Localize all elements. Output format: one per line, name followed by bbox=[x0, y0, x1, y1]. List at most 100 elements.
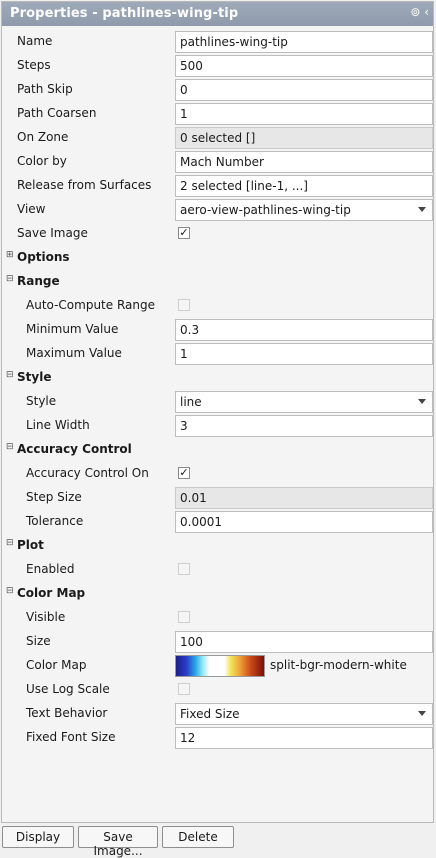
accuracy-on-checkbox[interactable]: ✓ bbox=[178, 467, 190, 479]
color-by-label: Color by bbox=[17, 154, 67, 168]
row-color-map: Color Map split-bgr-modern-white bbox=[2, 654, 435, 678]
auto-range-checkbox[interactable] bbox=[178, 299, 190, 311]
release-label: Release from Surfaces bbox=[17, 178, 152, 192]
row-step-size: Step Size 0.01 bbox=[2, 486, 435, 510]
colormap-name[interactable]: split-bgr-modern-white bbox=[270, 658, 407, 672]
collapse-icon[interactable]: ⊟ bbox=[6, 539, 14, 548]
view-label: View bbox=[17, 202, 46, 216]
style-dropdown[interactable]: line bbox=[175, 391, 433, 413]
enabled-checkbox[interactable] bbox=[178, 563, 190, 575]
section-options[interactable]: ⊞ Options bbox=[2, 246, 435, 270]
range-header: Range bbox=[17, 274, 60, 288]
row-text-behavior: Text Behavior Fixed Size bbox=[2, 702, 435, 726]
row-min-value: Minimum Value 0.3 bbox=[2, 318, 435, 342]
chevron-down-icon bbox=[418, 711, 426, 716]
row-fixed-font-size: Fixed Font Size 12 bbox=[2, 726, 435, 750]
accuracy-on-label: Accuracy Control On bbox=[26, 466, 149, 480]
colormap-swatch[interactable] bbox=[175, 655, 265, 677]
row-style: Style line bbox=[2, 390, 435, 414]
text-behavior-value: Fixed Size bbox=[180, 707, 240, 721]
row-color-by: Color by Mach Number bbox=[2, 150, 435, 174]
enabled-label: Enabled bbox=[26, 562, 75, 576]
chevron-down-icon bbox=[418, 399, 426, 404]
panel-title: Properties - pathlines-wing-tip bbox=[10, 6, 239, 21]
section-accuracy[interactable]: ⊟ Accuracy Control bbox=[2, 438, 435, 462]
display-button[interactable]: Display bbox=[2, 826, 74, 848]
steps-label: Steps bbox=[17, 58, 51, 72]
style-value: line bbox=[180, 395, 202, 409]
accuracy-header: Accuracy Control bbox=[17, 442, 132, 456]
on-zone-label: On Zone bbox=[17, 130, 69, 144]
row-name: Name pathlines-wing-tip bbox=[2, 30, 435, 54]
style-header: Style bbox=[17, 370, 52, 384]
section-plot[interactable]: ⊟ Plot bbox=[2, 534, 435, 558]
tolerance-field[interactable]: 0.0001 bbox=[175, 511, 433, 533]
path-coarsen-label: Path Coarsen bbox=[17, 106, 97, 120]
plot-header: Plot bbox=[17, 538, 44, 552]
release-field[interactable]: 2 selected [line-1, ...] bbox=[175, 175, 433, 197]
section-style[interactable]: ⊟ Style bbox=[2, 366, 435, 390]
row-path-skip: Path Skip 0 bbox=[2, 78, 435, 102]
options-header: Options bbox=[17, 250, 70, 264]
log-scale-checkbox[interactable] bbox=[178, 683, 190, 695]
row-visible: Visible bbox=[2, 606, 435, 630]
row-tolerance: Tolerance 0.0001 bbox=[2, 510, 435, 534]
row-size: Size 100 bbox=[2, 630, 435, 654]
step-size-field[interactable]: 0.01 bbox=[175, 487, 433, 509]
row-save-image: Save Image ✓ bbox=[2, 222, 435, 246]
collapse-icon[interactable]: ⊟ bbox=[6, 371, 14, 380]
text-behavior-label: Text Behavior bbox=[26, 706, 108, 720]
collapse-icon[interactable]: ⊟ bbox=[6, 587, 14, 596]
delete-button[interactable]: Delete bbox=[162, 826, 234, 848]
line-width-field[interactable]: 3 bbox=[175, 415, 433, 437]
path-skip-field[interactable]: 0 bbox=[175, 79, 433, 101]
expand-icon[interactable]: ⊞ bbox=[6, 251, 14, 260]
row-view: View aero-view-pathlines-wing-tip bbox=[2, 198, 435, 222]
line-width-label: Line Width bbox=[26, 418, 90, 432]
section-color-map[interactable]: ⊟ Color Map bbox=[2, 582, 435, 606]
on-zone-field[interactable]: 0 selected [] bbox=[175, 127, 433, 149]
fixed-font-size-label: Fixed Font Size bbox=[26, 730, 116, 744]
steps-field[interactable]: 500 bbox=[175, 55, 433, 77]
row-steps: Steps 500 bbox=[2, 54, 435, 78]
row-max-value: Maximum Value 1 bbox=[2, 342, 435, 366]
chevron-down-icon bbox=[418, 207, 426, 212]
view-dropdown[interactable]: aero-view-pathlines-wing-tip bbox=[175, 199, 433, 221]
row-accuracy-on: Accuracy Control On ✓ bbox=[2, 462, 435, 486]
collapse-icon[interactable]: ⊟ bbox=[6, 275, 14, 284]
save-image-label: Save Image bbox=[17, 226, 88, 240]
min-value-label: Minimum Value bbox=[26, 322, 119, 336]
titlebar-icons[interactable]: ⊚ ‹ bbox=[410, 5, 429, 19]
path-coarsen-field[interactable]: 1 bbox=[175, 103, 433, 125]
save-image-checkbox[interactable]: ✓ bbox=[178, 227, 190, 239]
log-scale-label: Use Log Scale bbox=[26, 682, 110, 696]
color-map-header: Color Map bbox=[17, 586, 86, 600]
name-label: Name bbox=[17, 34, 53, 48]
collapse-icon[interactable]: ⊟ bbox=[6, 443, 14, 452]
view-value: aero-view-pathlines-wing-tip bbox=[180, 203, 351, 217]
visible-checkbox[interactable] bbox=[178, 611, 190, 623]
text-behavior-dropdown[interactable]: Fixed Size bbox=[175, 703, 433, 725]
max-value-field[interactable]: 1 bbox=[175, 343, 433, 365]
auto-range-label: Auto-Compute Range bbox=[26, 298, 155, 312]
tolerance-label: Tolerance bbox=[26, 514, 84, 528]
path-skip-label: Path Skip bbox=[17, 82, 73, 96]
step-size-label: Step Size bbox=[26, 490, 82, 504]
row-enabled: Enabled bbox=[2, 558, 435, 582]
row-auto-range: Auto-Compute Range bbox=[2, 294, 435, 318]
row-log-scale: Use Log Scale bbox=[2, 678, 435, 702]
visible-label: Visible bbox=[26, 610, 66, 624]
color-map-label: Color Map bbox=[26, 658, 87, 672]
name-field[interactable]: pathlines-wing-tip bbox=[175, 31, 433, 53]
section-range[interactable]: ⊟ Range bbox=[2, 270, 435, 294]
save-image-button[interactable]: Save Image... bbox=[78, 826, 158, 858]
min-value-field[interactable]: 0.3 bbox=[175, 319, 433, 341]
fixed-font-size-field[interactable]: 12 bbox=[175, 727, 433, 749]
panel-titlebar: Properties - pathlines-wing-tip ⊚ ‹ bbox=[2, 2, 433, 26]
row-release: Release from Surfaces 2 selected [line-1… bbox=[2, 174, 435, 198]
size-field[interactable]: 100 bbox=[175, 631, 433, 653]
color-by-field[interactable]: Mach Number bbox=[175, 151, 433, 173]
properties-panel: Properties - pathlines-wing-tip ⊚ ‹ Name… bbox=[1, 1, 434, 823]
max-value-label: Maximum Value bbox=[26, 346, 122, 360]
style-label: Style bbox=[26, 394, 57, 408]
